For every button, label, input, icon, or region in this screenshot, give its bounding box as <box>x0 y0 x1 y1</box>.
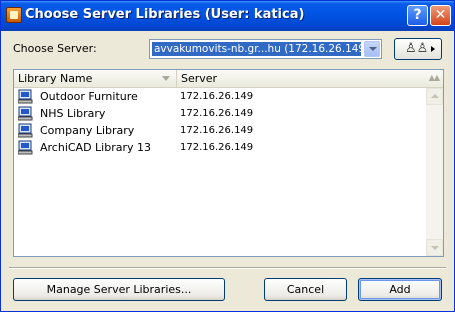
library-server: 172.16.26.149 <box>180 91 254 102</box>
chevron-down-icon[interactable] <box>364 41 380 57</box>
library-server: 172.16.26.149 <box>180 142 254 153</box>
list-item[interactable]: NHS Library 172.16.26.149 <box>14 105 426 122</box>
column-header-server[interactable]: Server ▲▲ <box>177 70 443 87</box>
server-selected-value: avvakumovits-nb.gr...hu (172.16.26.149) <box>152 42 361 56</box>
library-computer-icon <box>18 140 33 155</box>
column-label: Library Name <box>18 72 93 85</box>
library-computer-icon <box>18 106 33 121</box>
vertical-scrollbar[interactable] <box>426 88 443 256</box>
library-name: ArchiCAD Library 13 <box>40 141 152 154</box>
scroll-down-icon[interactable] <box>426 239 443 256</box>
library-name: Outdoor Furniture <box>40 90 138 103</box>
add-button[interactable]: Add <box>358 278 442 301</box>
app-icon <box>6 7 22 23</box>
choose-server-label: Choose Server: <box>13 42 97 55</box>
library-name: NHS Library <box>40 107 106 120</box>
collapse-icon: ▲▲ <box>428 73 440 82</box>
list-header: Library Name Server ▲▲ <box>14 70 443 88</box>
help-button[interactable]: ? <box>407 5 428 26</box>
library-name: Company Library <box>40 124 135 137</box>
list-item[interactable]: Company Library 172.16.26.149 <box>14 122 426 139</box>
title-bar[interactable]: Choose Server Libraries (User: katica) ?… <box>1 1 454 31</box>
arrow-right-icon <box>431 46 435 52</box>
list-item[interactable]: Outdoor Furniture 172.16.26.149 <box>14 88 426 105</box>
divider <box>9 267 446 269</box>
server-dropdown[interactable]: avvakumovits-nb.gr...hu (172.16.26.149) <box>149 39 382 59</box>
column-label: Server <box>181 72 218 85</box>
users-menu-button[interactable]: ♙♙ <box>394 38 442 60</box>
library-computer-icon <box>18 123 33 138</box>
scroll-up-icon[interactable] <box>426 88 443 105</box>
manage-server-libraries-button[interactable]: Manage Server Libraries... <box>13 278 225 301</box>
library-server: 172.16.26.149 <box>180 108 254 119</box>
close-button[interactable]: ✕ <box>430 5 451 26</box>
list-rows: Outdoor Furniture 172.16.26.149 NHS Libr… <box>14 88 426 156</box>
cancel-button[interactable]: Cancel <box>264 278 347 301</box>
server-libraries-list[interactable]: Library Name Server ▲▲ Outdoor Furniture… <box>13 69 444 257</box>
column-header-library-name[interactable]: Library Name <box>14 70 177 87</box>
library-computer-icon <box>18 89 33 104</box>
window-title: Choose Server Libraries (User: katica) <box>25 7 305 22</box>
choose-server-libraries-dialog: Choose Server Libraries (User: katica) ?… <box>0 0 455 312</box>
sort-descending-icon <box>162 76 170 81</box>
library-server: 172.16.26.149 <box>180 125 254 136</box>
users-icon: ♙♙ <box>405 41 429 56</box>
list-item[interactable]: ArchiCAD Library 13 172.16.26.149 <box>14 139 426 156</box>
